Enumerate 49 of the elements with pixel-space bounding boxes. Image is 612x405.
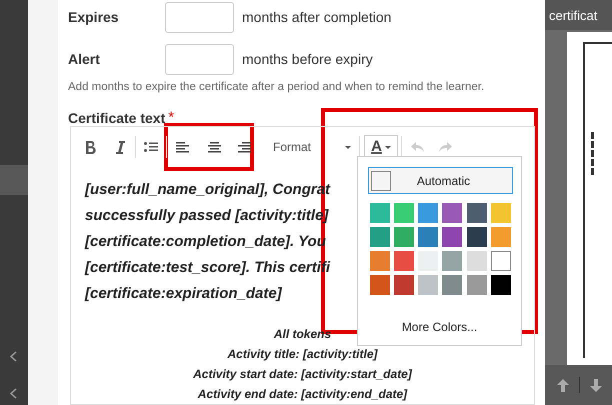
arrow-down-icon[interactable]	[590, 378, 602, 392]
color-swatch[interactable]	[442, 251, 462, 271]
color-swatch[interactable]	[370, 203, 390, 223]
required-mark: *	[168, 108, 174, 128]
color-swatch[interactable]	[466, 251, 487, 271]
more-colors-link[interactable]: More Colors...	[402, 318, 478, 336]
color-swatch[interactable]	[490, 251, 511, 271]
field-label: Expires	[68, 8, 120, 27]
color-swatch[interactable]	[394, 227, 414, 247]
color-swatch[interactable]	[490, 227, 511, 247]
color-swatch[interactable]	[370, 227, 390, 247]
token-line: Activity title: [activity:title]	[227, 346, 378, 364]
chevron-left-icon[interactable]	[10, 388, 17, 399]
token-line: Activity end date: [activity:end_date]	[198, 386, 408, 404]
color-swatch[interactable]	[490, 275, 511, 295]
color-swatch[interactable]	[370, 251, 390, 271]
field-suffix: months before expiry	[242, 50, 373, 69]
color-swatch[interactable]	[370, 275, 390, 295]
token-line: Activity start date: [activity:start_date]	[193, 366, 412, 384]
color-swatch[interactable]	[418, 227, 438, 247]
color-swatch	[371, 170, 391, 190]
field-label: Alert	[68, 50, 101, 69]
input-field[interactable]	[165, 44, 234, 75]
field-suffix: months after completion	[242, 8, 392, 27]
color-swatch[interactable]	[442, 203, 462, 223]
color-swatch[interactable]	[466, 203, 487, 223]
token-line: All tokens	[274, 326, 332, 344]
color-swatch[interactable]	[418, 203, 438, 223]
arrow-up-icon[interactable]	[557, 378, 569, 392]
automatic-color-option[interactable]: Automatic	[368, 167, 513, 194]
color-swatch[interactable]	[394, 275, 414, 295]
color-swatch[interactable]	[418, 275, 438, 295]
section-label: Certificate text	[68, 108, 166, 128]
input-field[interactable]	[165, 2, 234, 33]
color-swatch[interactable]	[466, 227, 487, 247]
color-swatch[interactable]	[442, 275, 462, 295]
color-swatch[interactable]	[442, 227, 462, 247]
caret-icon	[384, 146, 391, 149]
format-dropdown[interactable]: Format	[267, 135, 355, 160]
color-swatch[interactable]	[394, 203, 414, 223]
preview-title: certificat	[545, 0, 612, 30]
rich-text-editor[interactable]	[70, 126, 535, 405]
color-swatch[interactable]	[490, 203, 511, 223]
color-swatch[interactable]	[466, 275, 487, 295]
color-swatch[interactable]	[394, 251, 414, 271]
help-text: Add months to expire the certificate after a period and when to remind the learner.	[68, 80, 486, 95]
caret-icon	[345, 146, 351, 149]
chevron-left-icon[interactable]	[10, 351, 17, 362]
certificate-body-line: [certificate:expiration_date]	[85, 284, 282, 304]
